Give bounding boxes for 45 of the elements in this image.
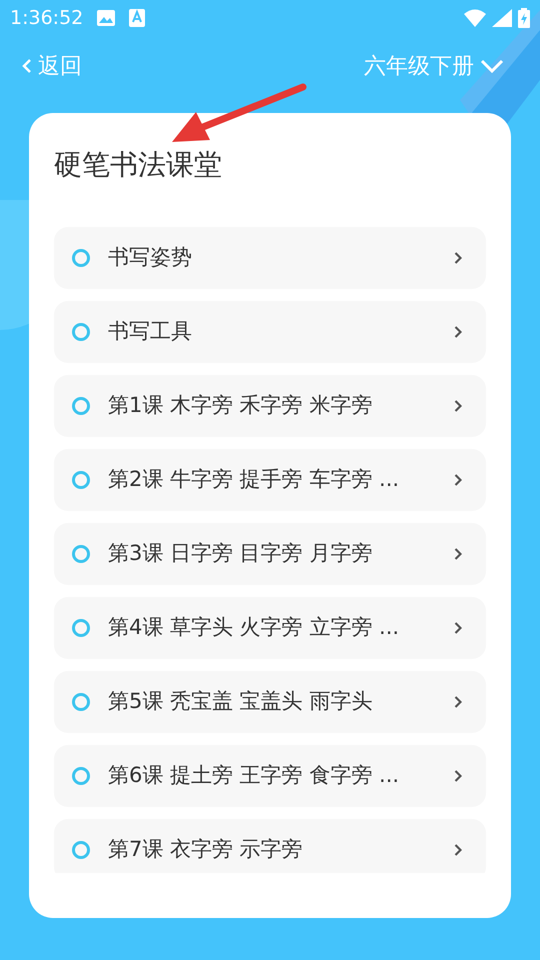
circle-icon [72,767,90,785]
lesson-item[interactable]: 第6课 提土旁 王字旁 食字旁 ... [54,745,486,807]
chevron-right-icon [454,251,462,265]
circle-icon [72,619,90,637]
lesson-title: 第2课 牛字旁 提手旁 车字旁 ... [108,466,400,494]
chevron-right-icon [454,399,462,413]
lesson-item[interactable]: 第3课 日字旁 目字旁 月字旁 [54,523,486,585]
lesson-title: 书写工具 [108,318,193,346]
circle-icon [72,397,90,415]
back-icon [22,58,32,74]
wifi-icon [464,9,486,27]
circle-icon [72,693,90,711]
circle-icon [72,471,90,489]
chevron-right-icon [454,695,462,709]
signal-icon [492,9,512,27]
lesson-item[interactable]: 第4课 草字头 火字旁 立字旁 ... [54,597,486,659]
lesson-item[interactable]: 第7课 衣字旁 示字旁 [54,819,486,873]
lesson-item[interactable]: 第1课 木字旁 禾字旁 米字旁 [54,375,486,437]
lesson-item[interactable]: 书写姿势 [54,227,486,289]
chevron-right-icon [454,843,462,857]
circle-icon [72,323,90,341]
lesson-item[interactable]: 第5课 秃宝盖 宝盖头 雨字头 [54,671,486,733]
battery-icon [518,8,530,28]
lesson-title: 第1课 木字旁 禾字旁 米字旁 [108,392,374,420]
circle-icon [72,249,90,267]
chevron-right-icon [454,325,462,339]
lesson-title: 第5课 秃宝盖 宝盖头 雨字头 [108,688,374,716]
chevron-right-icon [454,621,462,635]
chevron-down-icon [480,59,504,73]
status-time: 1:36:52 [10,6,84,31]
chevron-right-icon [454,473,462,487]
lesson-title: 书写姿势 [108,244,193,272]
lesson-title: 第3课 日字旁 目字旁 月字旁 [108,540,374,568]
lesson-item[interactable]: 第2课 牛字旁 提手旁 车字旁 ... [54,449,486,511]
lesson-title: 第7课 衣字旁 示字旁 [108,836,304,864]
image-icon [97,10,116,26]
lesson-title: 第4课 草字头 火字旁 立字旁 ... [108,614,400,642]
lesson-item[interactable]: 书写工具 [54,301,486,363]
circle-icon [72,545,90,563]
chevron-right-icon [454,547,462,561]
circle-icon [72,841,90,859]
card-title: 硬笔书法课堂 [54,147,222,183]
chevron-right-icon [454,769,462,783]
lesson-title: 第6课 提土旁 王字旁 食字旁 ... [108,762,400,790]
font-icon [129,9,146,27]
